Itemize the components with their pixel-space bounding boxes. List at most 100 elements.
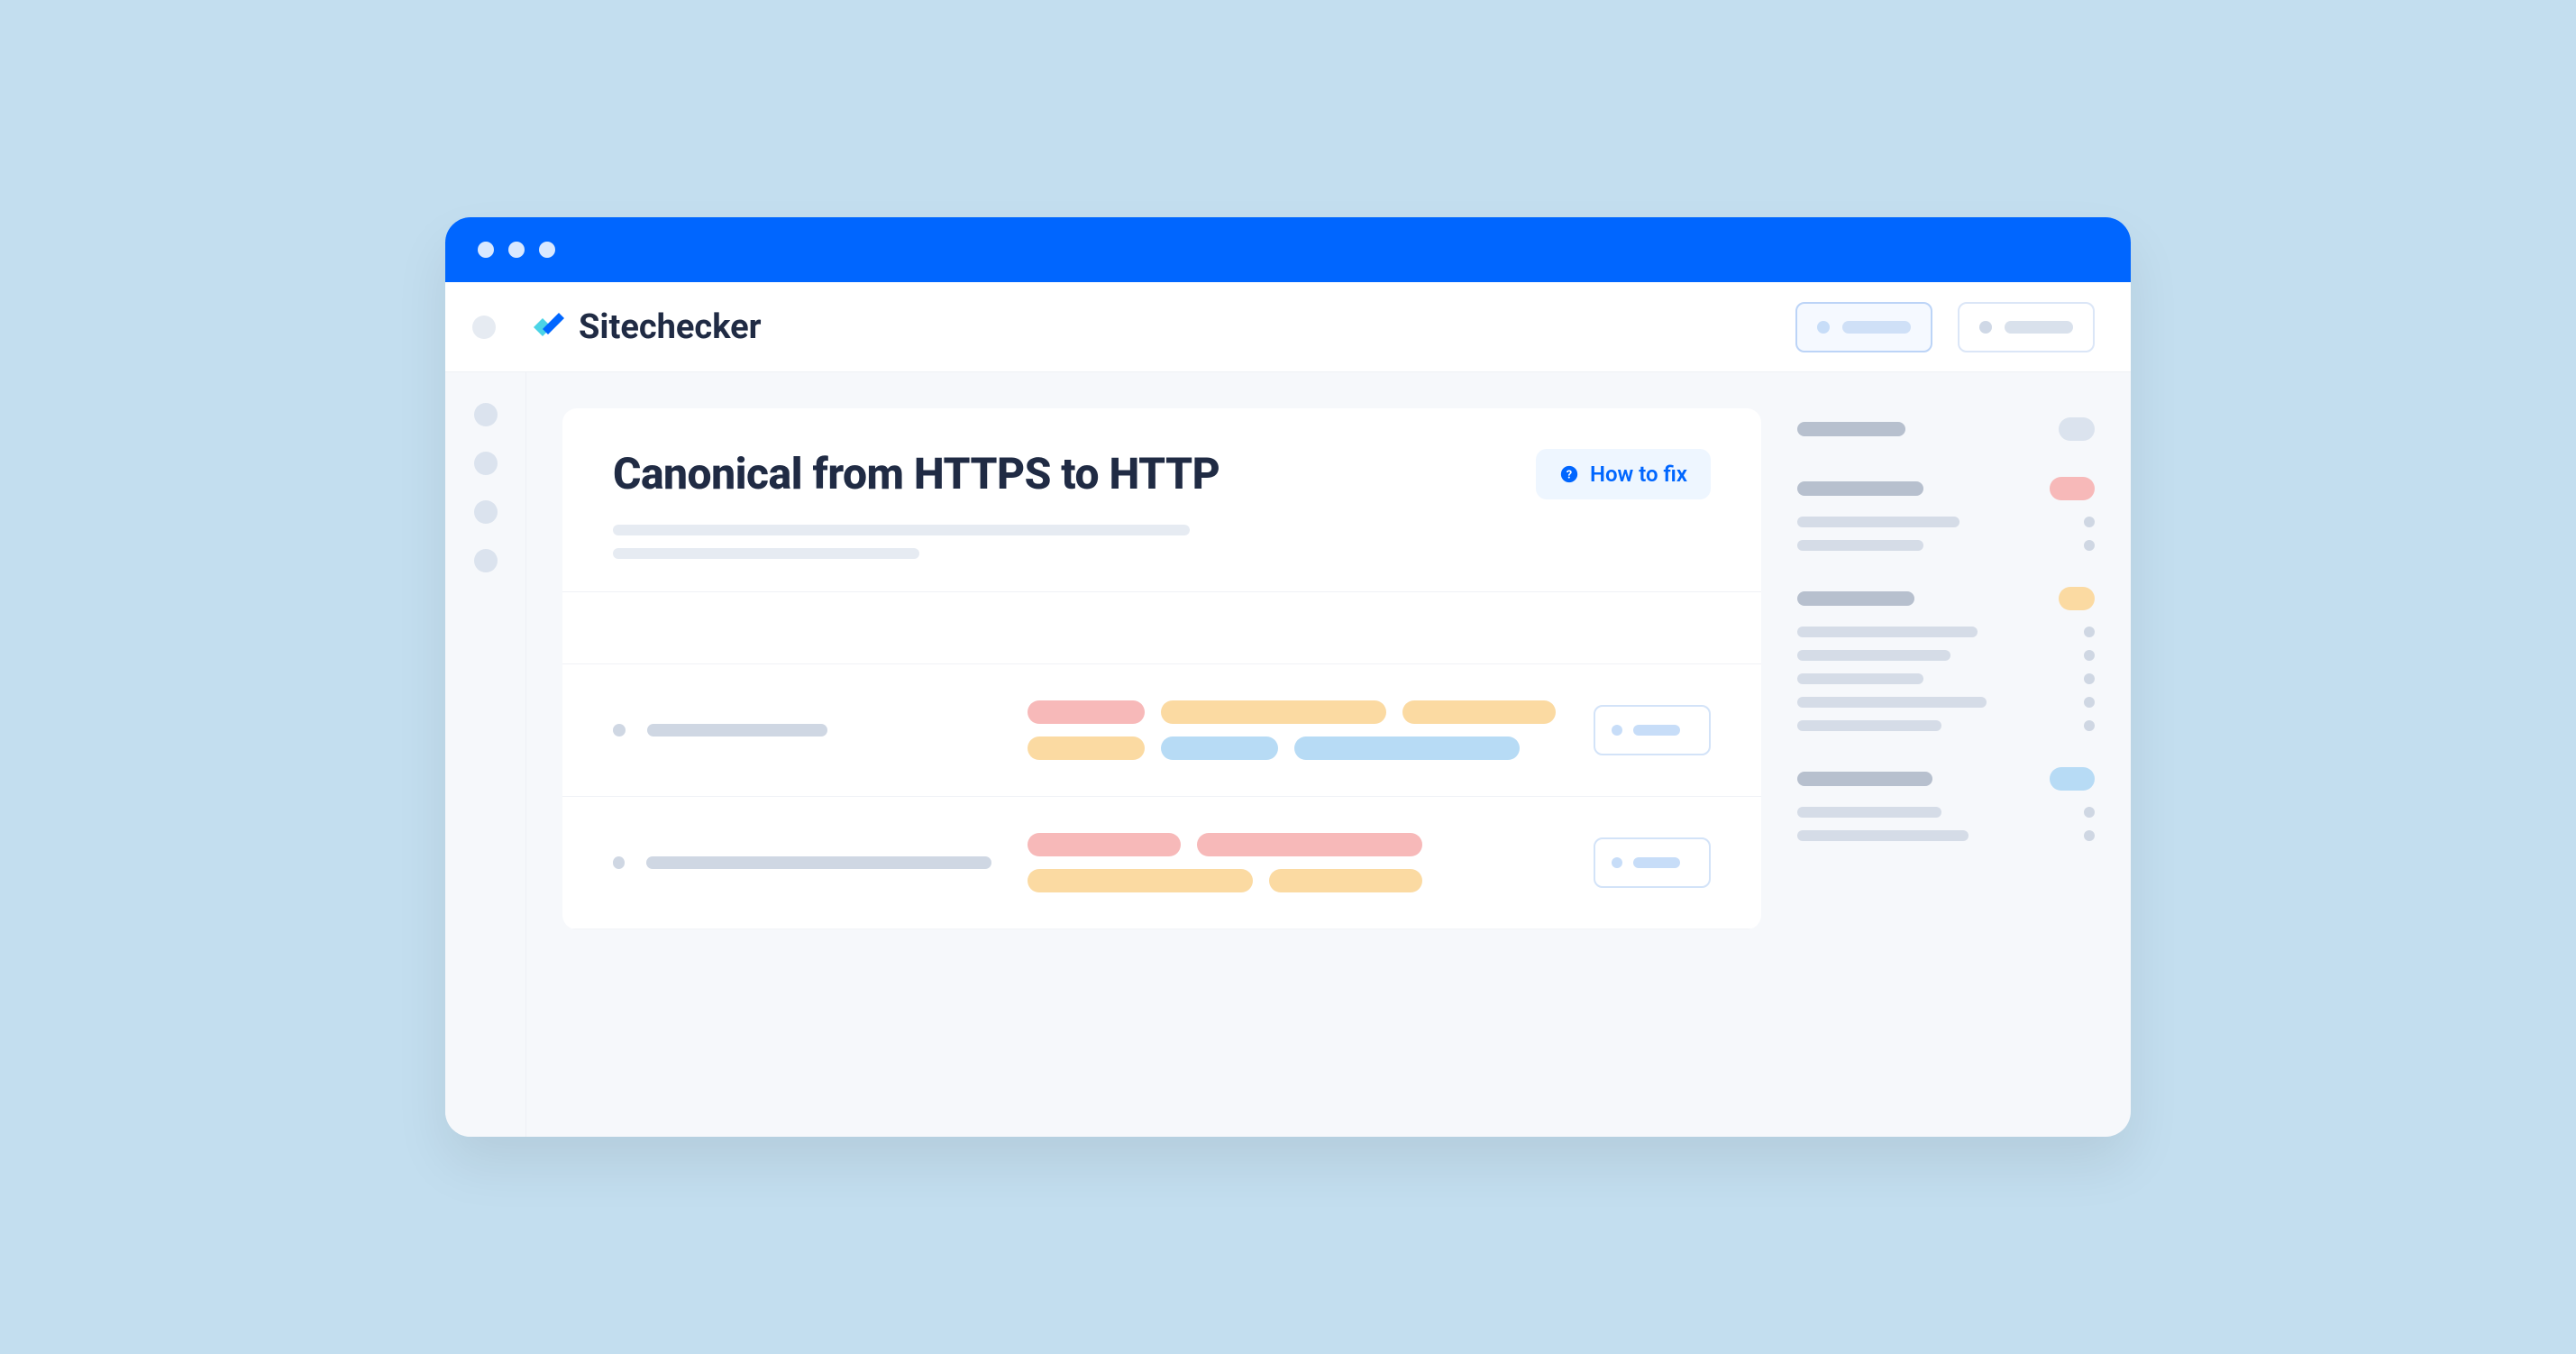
window-dot-close-icon[interactable] bbox=[478, 242, 494, 258]
sidebar-item-label bbox=[1797, 720, 1941, 731]
sidebar-item[interactable] bbox=[1797, 697, 2095, 708]
row-bullet-icon bbox=[613, 724, 626, 736]
count-pill bbox=[2050, 477, 2095, 500]
row-label-placeholder bbox=[646, 856, 991, 869]
result-row[interactable] bbox=[562, 664, 1761, 797]
placeholder-bar bbox=[1633, 725, 1680, 736]
tag-pill bbox=[1028, 700, 1145, 724]
count-pill bbox=[2059, 417, 2095, 441]
window-dot-max-icon[interactable] bbox=[539, 242, 555, 258]
description-placeholder bbox=[613, 525, 1711, 559]
sidebar-item-label bbox=[1797, 830, 1969, 841]
sidebar-item[interactable] bbox=[1797, 830, 2095, 841]
placeholder-bar bbox=[1633, 857, 1680, 868]
summary-sidebar bbox=[1797, 408, 2095, 1137]
tag-pill bbox=[1294, 736, 1520, 760]
sidebar-item-label bbox=[1797, 650, 1950, 661]
page-title: Canonical from HTTPS to HTTP bbox=[613, 448, 1514, 499]
count-pill bbox=[2050, 767, 2095, 791]
placeholder-bar bbox=[2005, 321, 2073, 334]
sidebar-header-label bbox=[1797, 772, 1932, 786]
sidebar-item[interactable] bbox=[1797, 807, 2095, 818]
row-tags bbox=[1028, 700, 1557, 760]
row-label-placeholder bbox=[647, 724, 827, 736]
header-primary-button[interactable] bbox=[1795, 302, 1932, 352]
placeholder-dot-icon bbox=[1979, 321, 1992, 334]
sidebar-group bbox=[1797, 587, 2095, 731]
how-to-fix-button[interactable]: ? How to fix bbox=[1536, 449, 1711, 499]
help-circle-icon: ? bbox=[1559, 464, 1579, 484]
sidebar-group-header[interactable] bbox=[1797, 767, 2095, 791]
row-action-button[interactable] bbox=[1594, 837, 1711, 888]
sidebar-header-label bbox=[1797, 481, 1923, 496]
window-titlebar bbox=[445, 217, 2131, 282]
sidebar-item-label bbox=[1797, 807, 1941, 818]
placeholder-line bbox=[613, 548, 919, 559]
logo-mark-icon bbox=[530, 309, 566, 345]
sidebar-item[interactable] bbox=[1797, 720, 2095, 731]
tag-pill bbox=[1161, 700, 1386, 724]
sidebar-item-count-dot bbox=[2084, 673, 2095, 684]
rail-item-icon[interactable] bbox=[474, 452, 498, 475]
sidebar-item-count-dot bbox=[2084, 650, 2095, 661]
rail-item-icon[interactable] bbox=[474, 403, 498, 426]
row-bullet-icon bbox=[613, 856, 625, 869]
main-area: Canonical from HTTPS to HTTP ? How to fi… bbox=[526, 372, 2131, 1137]
sidebar-item-count-dot bbox=[2084, 697, 2095, 708]
sidebar-item[interactable] bbox=[1797, 650, 2095, 661]
sidebar-item-label bbox=[1797, 673, 1923, 684]
sidebar-group bbox=[1797, 477, 2095, 551]
brand-logo[interactable]: Sitechecker bbox=[530, 307, 762, 347]
sidebar-item-label bbox=[1797, 697, 1987, 708]
svg-text:?: ? bbox=[1567, 468, 1572, 481]
sidebar-group-header[interactable] bbox=[1797, 477, 2095, 500]
tag-pill bbox=[1269, 869, 1422, 892]
sidebar-item[interactable] bbox=[1797, 540, 2095, 551]
sidebar-item[interactable] bbox=[1797, 627, 2095, 637]
sidebar-group-header[interactable] bbox=[1797, 587, 2095, 610]
sidebar-group bbox=[1797, 417, 2095, 441]
sidebar-item[interactable] bbox=[1797, 517, 2095, 527]
menu-toggle-icon[interactable] bbox=[472, 316, 496, 339]
count-pill bbox=[2059, 587, 2095, 610]
sidebar-item-label bbox=[1797, 627, 1978, 637]
sidebar-group-header[interactable] bbox=[1797, 417, 2095, 441]
tag-pill bbox=[1402, 700, 1556, 724]
placeholder-line bbox=[613, 525, 1190, 535]
rail-item-icon[interactable] bbox=[474, 500, 498, 524]
placeholder-dot-icon bbox=[1817, 321, 1830, 334]
window-dot-min-icon[interactable] bbox=[508, 242, 525, 258]
sidebar-header-label bbox=[1797, 422, 1905, 436]
sidebar-item-count-dot bbox=[2084, 807, 2095, 818]
issue-panel: Canonical from HTTPS to HTTP ? How to fi… bbox=[562, 408, 1761, 929]
sidebar-item-label bbox=[1797, 540, 1923, 551]
tag-pill bbox=[1028, 833, 1181, 856]
row-action-button[interactable] bbox=[1594, 705, 1711, 755]
tag-pill bbox=[1161, 736, 1278, 760]
placeholder-bar bbox=[1842, 321, 1911, 334]
rail-item-icon[interactable] bbox=[474, 549, 498, 572]
sidebar-header-label bbox=[1797, 591, 1914, 606]
tag-pill bbox=[1197, 833, 1422, 856]
tag-pill bbox=[1028, 736, 1145, 760]
sidebar-group bbox=[1797, 767, 2095, 841]
result-row[interactable] bbox=[562, 797, 1761, 929]
app-window: Sitechecker Canonical from HTTPS to H bbox=[445, 217, 2131, 1137]
placeholder-dot-icon bbox=[1612, 725, 1622, 736]
header-secondary-button[interactable] bbox=[1958, 302, 2095, 352]
sidebar-item-count-dot bbox=[2084, 830, 2095, 841]
nav-rail bbox=[445, 372, 526, 1137]
placeholder-dot-icon bbox=[1612, 857, 1622, 868]
sidebar-item-count-dot bbox=[2084, 720, 2095, 731]
app-body: Canonical from HTTPS to HTTP ? How to fi… bbox=[445, 372, 2131, 1137]
row-tags bbox=[1028, 833, 1557, 892]
app-header: Sitechecker bbox=[445, 282, 2131, 372]
filter-bar bbox=[562, 592, 1761, 664]
sidebar-item-count-dot bbox=[2084, 627, 2095, 637]
how-to-fix-label: How to fix bbox=[1590, 462, 1687, 487]
content-column: Canonical from HTTPS to HTTP ? How to fi… bbox=[562, 408, 1761, 1137]
panel-header: Canonical from HTTPS to HTTP ? How to fi… bbox=[562, 408, 1761, 592]
sidebar-item-count-dot bbox=[2084, 517, 2095, 527]
sidebar-item[interactable] bbox=[1797, 673, 2095, 684]
brand-name: Sitechecker bbox=[579, 307, 762, 347]
